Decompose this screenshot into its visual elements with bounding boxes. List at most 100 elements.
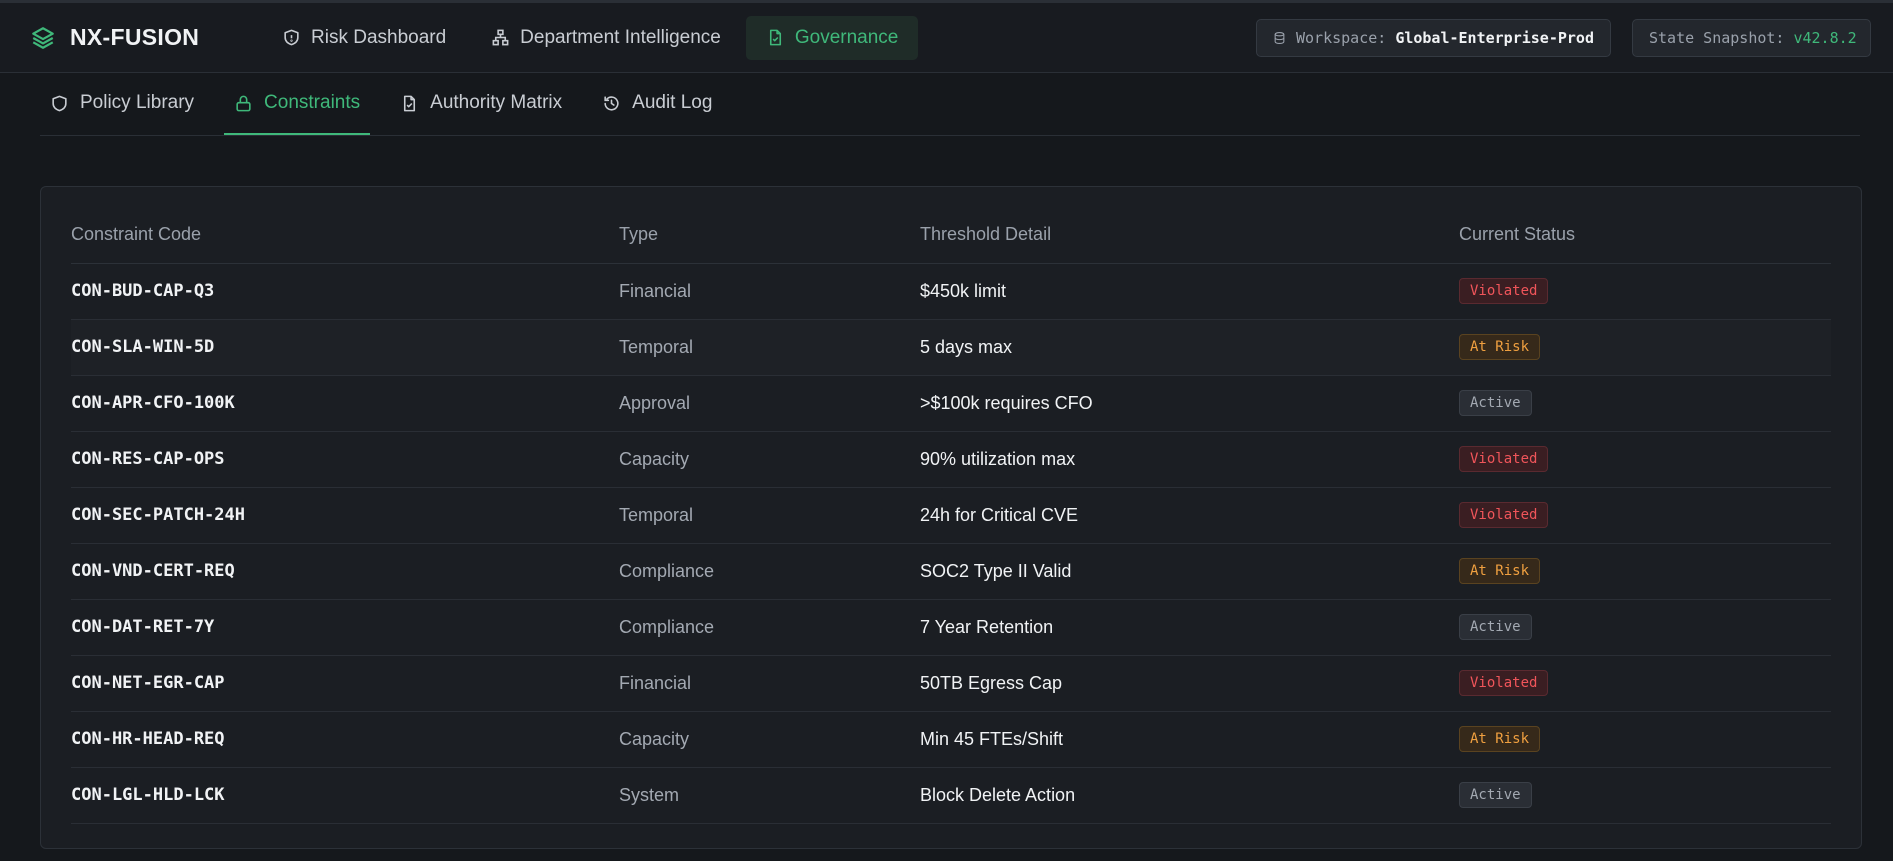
snapshot-label: State Snapshot: — [1649, 29, 1785, 47]
table-row[interactable]: CON-LGL-HLD-LCK System Block Delete Action… — [71, 767, 1831, 824]
table-row[interactable]: CON-NET-EGR-CAP Financial 50TB Egress Cap V… — [71, 655, 1831, 712]
constraint-type: Capacity — [619, 431, 920, 488]
threshold-detail: $450k limit — [920, 263, 1459, 320]
brand[interactable]: NX-FUSION — [30, 24, 262, 51]
status-cell: Active — [1459, 767, 1831, 824]
table-row[interactable]: CON-BUD-CAP-Q3 Financial $450k limit Violat… — [71, 263, 1831, 320]
org-chart-icon — [492, 29, 509, 46]
top-bar: NX-FUSION Risk Dashboard Department Inte… — [0, 0, 1893, 73]
table-row[interactable]: CON-RES-CAP-OPS Capacity 90% utilization m… — [71, 431, 1831, 488]
status-cell: Violated — [1459, 655, 1831, 712]
status-cell: Violated — [1459, 431, 1831, 488]
column-header[interactable]: Constraint Code — [71, 207, 619, 264]
status-cell: At Risk — [1459, 711, 1831, 768]
main-nav: Risk Dashboard Department Intelligence G… — [262, 3, 923, 72]
snapshot-value: v42.8.2 — [1793, 29, 1857, 47]
tab-label: Policy Library — [80, 92, 195, 113]
constraint-code: CON-HR-HEAD-REQ — [71, 711, 619, 768]
table-row[interactable]: CON-SEC-PATCH-24H Temporal 24h for Critica… — [71, 487, 1831, 544]
constraint-type: Approval — [619, 375, 920, 432]
status-cell: Violated — [1459, 487, 1831, 544]
status-cell: At Risk — [1459, 319, 1831, 376]
file-check-icon — [404, 95, 416, 111]
database-icon — [1274, 32, 1285, 44]
nav-label: Risk Dashboard — [311, 26, 447, 48]
tab-constraints[interactable]: Constraints — [224, 73, 371, 135]
status-cell: Violated — [1459, 263, 1831, 320]
governance-subtabs: Policy Library Constraints Authority Mat… — [40, 73, 1860, 136]
threshold-detail: 24h for Critical CVE — [920, 487, 1459, 544]
status-badge: Active — [1459, 390, 1532, 416]
constraint-type: System — [619, 767, 920, 824]
table-header-row: Constraint Code Type Threshold Detail Cu… — [71, 207, 1831, 264]
constraint-code: CON-BUD-CAP-Q3 — [71, 263, 619, 320]
constraint-code: CON-APR-CFO-100K — [71, 375, 619, 432]
shield-icon — [284, 29, 299, 46]
file-check-icon — [769, 29, 781, 46]
table-row[interactable]: CON-DAT-RET-7Y Compliance 7 Year Retention… — [71, 599, 1831, 656]
table-row[interactable]: CON-HR-HEAD-REQ Capacity Min 45 FTEs/Shift… — [71, 711, 1831, 768]
constraint-type: Financial — [619, 263, 920, 320]
table-row[interactable]: CON-SLA-WIN-5D Temporal 5 days max At Risk — [71, 319, 1831, 376]
constraint-code: CON-SEC-PATCH-24H — [71, 487, 619, 544]
threshold-detail: Block Delete Action — [920, 767, 1459, 824]
history-icon — [604, 95, 619, 111]
constraint-code: CON-NET-EGR-CAP — [71, 655, 619, 712]
state-snapshot-badge[interactable]: State Snapshot: v42.8.2 — [1632, 19, 1871, 57]
constraint-type: Compliance — [619, 543, 920, 600]
workspace-value: Global-Enterprise-Prod — [1395, 29, 1594, 47]
constraint-code: CON-LGL-HLD-LCK — [71, 767, 619, 824]
table-row[interactable]: CON-APR-CFO-100K Approval >$100k requires … — [71, 375, 1831, 432]
tab-audit-log[interactable]: Audit Log — [592, 73, 722, 135]
constraint-type: Temporal — [619, 319, 920, 376]
status-badge: Violated — [1459, 278, 1549, 304]
tab-label: Authority Matrix — [430, 92, 563, 113]
constraint-code: CON-VND-CERT-REQ — [71, 543, 619, 600]
tab-label: Constraints — [264, 92, 361, 113]
status-badge: At Risk — [1459, 558, 1541, 584]
app-name: NX-FUSION — [70, 24, 200, 50]
constraint-type: Compliance — [619, 599, 920, 656]
constraint-code: CON-DAT-RET-7Y — [71, 599, 619, 656]
constraint-code: CON-RES-CAP-OPS — [71, 431, 619, 488]
status-badge: At Risk — [1459, 334, 1541, 360]
tab-label: Audit Log — [632, 92, 713, 113]
nav-department-intelligence[interactable]: Department Intelligence — [471, 16, 741, 60]
constraint-type: Capacity — [619, 711, 920, 768]
table-body: CON-BUD-CAP-Q3 Financial $450k limit Violat… — [71, 263, 1831, 824]
threshold-detail: 90% utilization max — [920, 431, 1459, 488]
threshold-detail: 7 Year Retention — [920, 599, 1459, 656]
column-header[interactable]: Type — [619, 207, 920, 264]
workspace-label: Workspace: — [1296, 29, 1387, 47]
table-row[interactable]: CON-VND-CERT-REQ Compliance SOC2 Type II V… — [71, 543, 1831, 600]
column-header[interactable]: Threshold Detail — [920, 207, 1459, 264]
status-badge: Violated — [1459, 446, 1549, 472]
workspace-selector[interactable]: Workspace: Global-Enterprise-Prod — [1256, 19, 1611, 57]
shield-icon — [52, 95, 67, 111]
nav-label: Department Intelligence — [520, 26, 721, 48]
threshold-detail: Min 45 FTEs/Shift — [920, 711, 1459, 768]
threshold-detail: 50TB Egress Cap — [920, 655, 1459, 712]
status-cell: At Risk — [1459, 543, 1831, 600]
threshold-detail: 5 days max — [920, 319, 1459, 376]
tab-policy-library[interactable]: Policy Library — [40, 73, 204, 135]
constraint-type: Financial — [619, 655, 920, 712]
constraints-panel: Constraint Code Type Threshold Detail Cu… — [40, 186, 1862, 849]
status-badge: Violated — [1459, 502, 1549, 528]
nav-risk-dashboard[interactable]: Risk Dashboard — [262, 16, 466, 60]
column-header[interactable]: Current Status — [1459, 207, 1831, 264]
nav-governance[interactable]: Governance — [745, 15, 919, 60]
status-badge: Active — [1459, 614, 1532, 640]
threshold-detail: SOC2 Type II Valid — [920, 543, 1459, 600]
nav-label: Governance — [794, 26, 899, 48]
status-badge: Violated — [1459, 670, 1549, 696]
status-cell: Active — [1459, 599, 1831, 656]
constraints-table: Constraint Code Type Threshold Detail Cu… — [71, 207, 1831, 824]
status-cell: Active — [1459, 375, 1831, 432]
layers-icon — [32, 26, 54, 49]
threshold-detail: >$100k requires CFO — [920, 375, 1459, 432]
tab-authority-matrix[interactable]: Authority Matrix — [390, 73, 572, 135]
status-badge: Active — [1459, 782, 1532, 808]
lock-icon — [236, 95, 251, 111]
constraint-code: CON-SLA-WIN-5D — [71, 319, 619, 376]
